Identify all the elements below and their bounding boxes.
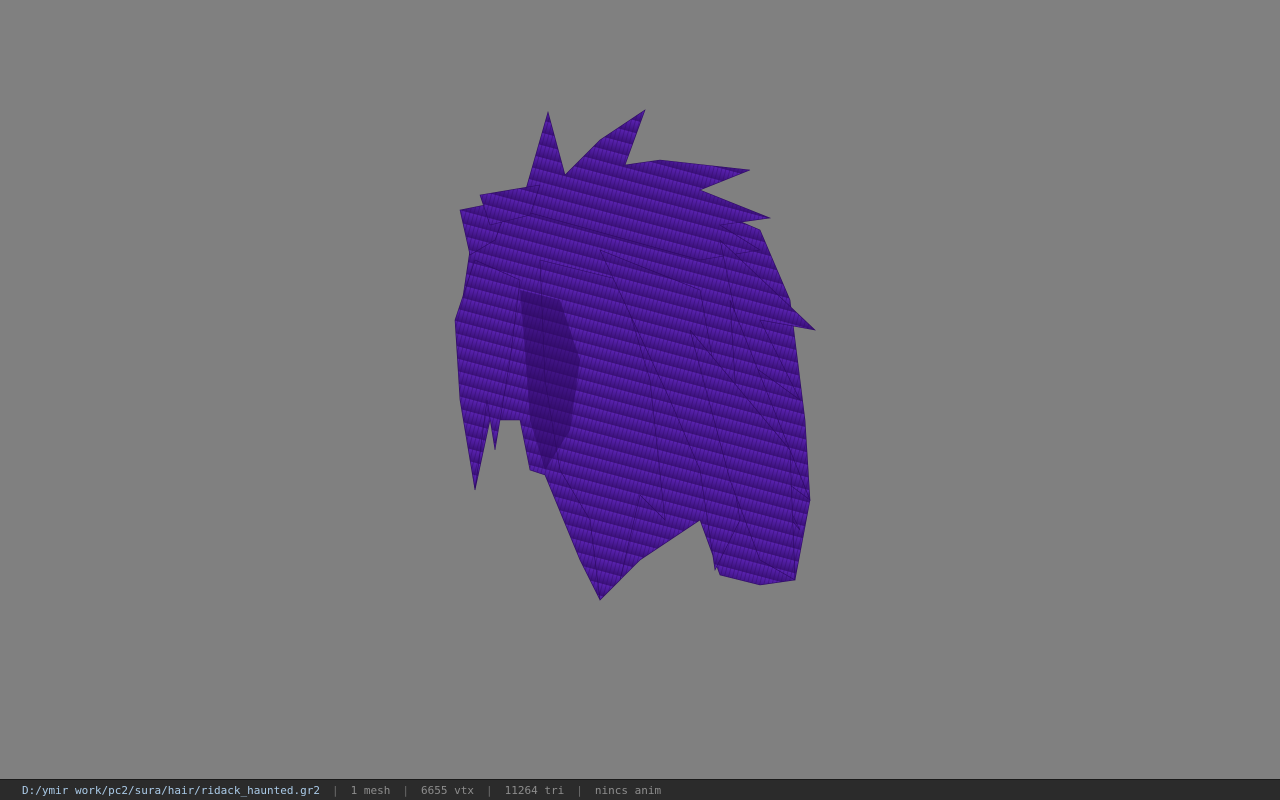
status-separator: | [402, 783, 410, 797]
status-file-path: D:/ymir work/pc2/sura/hair/ridack_haunte… [22, 783, 321, 797]
status-separator: | [332, 783, 339, 797]
status-separator: | [486, 783, 493, 797]
status-anim: nincs anim [594, 783, 662, 797]
3d-viewport[interactable] [0, 0, 1280, 779]
hair-mesh-icon [454, 109, 816, 601]
status-triangle-count: 11264 tri [504, 783, 565, 797]
status-separator: | [576, 783, 583, 797]
hair-model [454, 109, 816, 601]
status-vertex-count: 6655 vtx [421, 783, 474, 797]
status-mesh-count: 1 mesh [350, 783, 391, 797]
status-bar: D:/ymir work/pc2/sura/hair/ridack_haunte… [0, 779, 1280, 800]
